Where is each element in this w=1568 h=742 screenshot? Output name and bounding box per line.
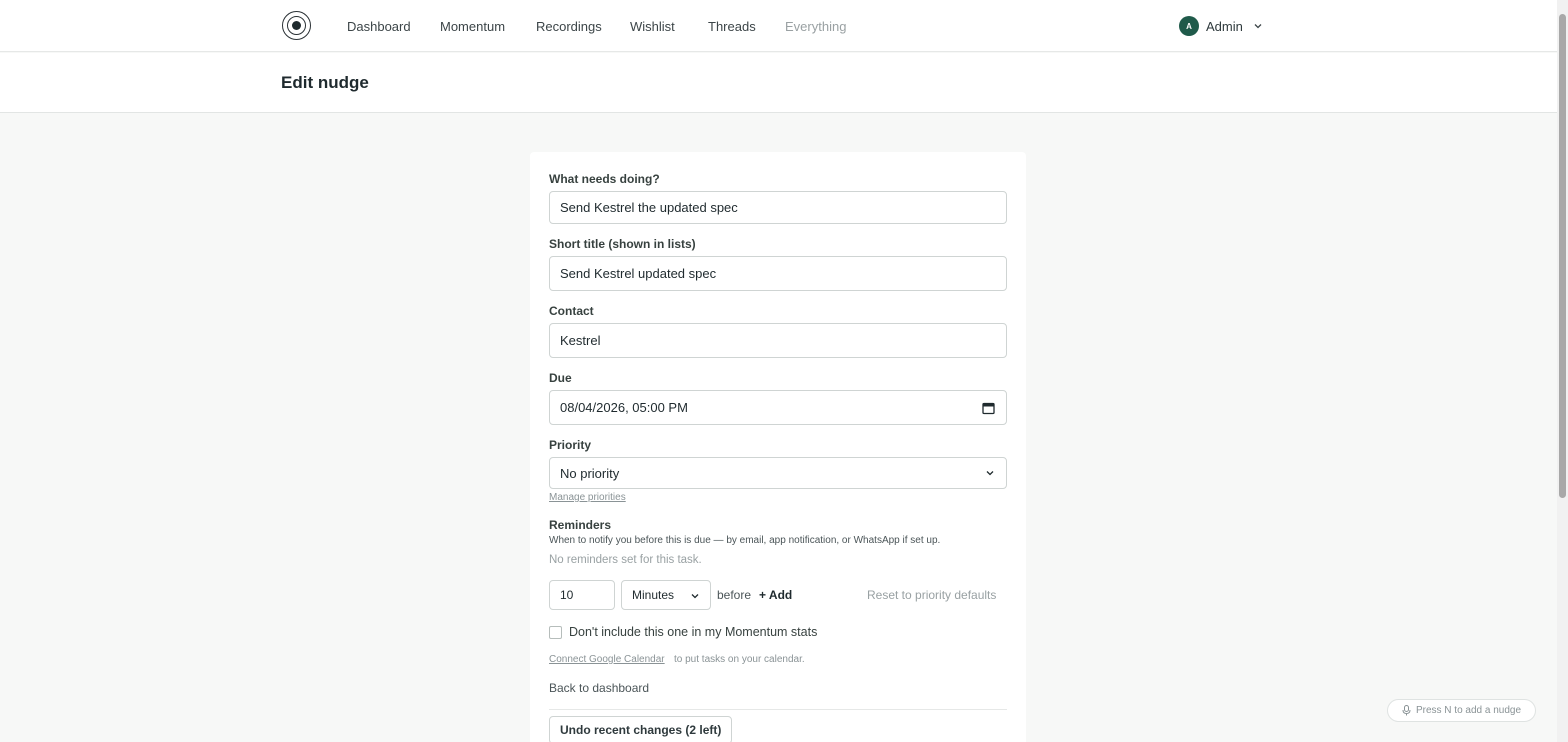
top-navigation-bar: Dashboard Momentum Recordings Wishlist T… [0, 0, 1557, 52]
user-menu[interactable]: A Admin [1179, 16, 1263, 36]
reminders-label: Reminders [549, 518, 612, 532]
nav-wishlist[interactable]: Wishlist [630, 19, 675, 34]
edit-nudge-form: What needs doing? Send Kestrel the updat… [530, 152, 1026, 742]
nav-momentum[interactable]: Momentum [440, 19, 505, 34]
calendar-icon[interactable] [982, 401, 995, 414]
what-label: What needs doing? [549, 172, 660, 186]
priority-label: Priority [549, 438, 592, 452]
page-title: Edit nudge [281, 73, 369, 92]
due-label: Due [549, 371, 572, 385]
priority-value: No priority [560, 465, 620, 481]
priority-select[interactable]: No priority [549, 457, 1007, 489]
scrollbar-thumb[interactable] [1559, 14, 1566, 498]
connect-google-calendar-link[interactable]: Connect Google Calendar [549, 654, 665, 665]
app-logo-icon[interactable] [282, 11, 311, 40]
add-reminder-button[interactable]: + Add [759, 588, 792, 602]
page-header: Edit nudge [0, 53, 1557, 113]
before-text: before [717, 588, 752, 602]
no-reminders-text: No reminders set for this task. [549, 554, 702, 566]
avatar: A [1179, 16, 1199, 36]
reminder-unit-value: Minutes [632, 588, 675, 602]
contact-label: Contact [549, 304, 594, 318]
user-name: Admin [1206, 18, 1243, 34]
reminders-help: When to notify you before this is due — … [549, 535, 941, 546]
chevron-down-icon [1254, 24, 1262, 29]
contact-input[interactable]: Kestrel [549, 323, 1007, 358]
exclude-momentum-checkbox[interactable] [549, 626, 562, 639]
back-to-dashboard-link[interactable]: Back to dashboard [549, 681, 649, 695]
undo-changes-button[interactable]: Undo recent changes (2 left) [549, 716, 733, 742]
nav-recordings[interactable]: Recordings [536, 19, 602, 34]
short-title-value: Send Kestrel updated spec [560, 266, 717, 281]
reminder-amount-value: 10 [560, 588, 574, 602]
chevron-down-icon [986, 471, 994, 476]
reminder-amount-input[interactable]: 10 [549, 580, 615, 610]
manage-priorities-link[interactable]: Manage priorities [549, 492, 626, 503]
scrollbar[interactable] [1557, 0, 1568, 742]
add-nudge-hint[interactable]: Press N to add a nudge [1387, 699, 1536, 722]
chevron-down-icon [691, 594, 699, 599]
nav-everything[interactable]: Everything [785, 19, 846, 34]
due-value: 08/04/2026, 05:00 PM [560, 400, 688, 415]
hint-text: Press N to add a nudge [1415, 705, 1522, 716]
due-datetime-input[interactable]: 08/04/2026, 05:00 PM [549, 390, 1007, 425]
what-input-value: Send Kestrel the updated spec [560, 200, 738, 215]
reminder-unit-select[interactable]: Minutes [621, 580, 711, 610]
contact-value: Kestrel [560, 333, 601, 348]
reset-priority-defaults-button[interactable]: Reset to priority defaults [867, 588, 996, 602]
microphone-icon [1402, 705, 1411, 716]
undo-changes-label: Undo recent changes (2 left) [560, 723, 722, 737]
nav-threads[interactable]: Threads [708, 19, 756, 34]
short-title-input[interactable]: Send Kestrel updated spec [549, 256, 1007, 291]
nav-dashboard[interactable]: Dashboard [347, 19, 411, 34]
exclude-momentum-label: Don't include this one in my Momentum st… [569, 625, 818, 639]
connect-calendar-text: to put tasks on your calendar. [674, 654, 805, 665]
divider [549, 709, 1007, 710]
what-input[interactable]: Send Kestrel the updated spec [549, 191, 1007, 224]
short-title-label: Short title (shown in lists) [549, 237, 696, 251]
